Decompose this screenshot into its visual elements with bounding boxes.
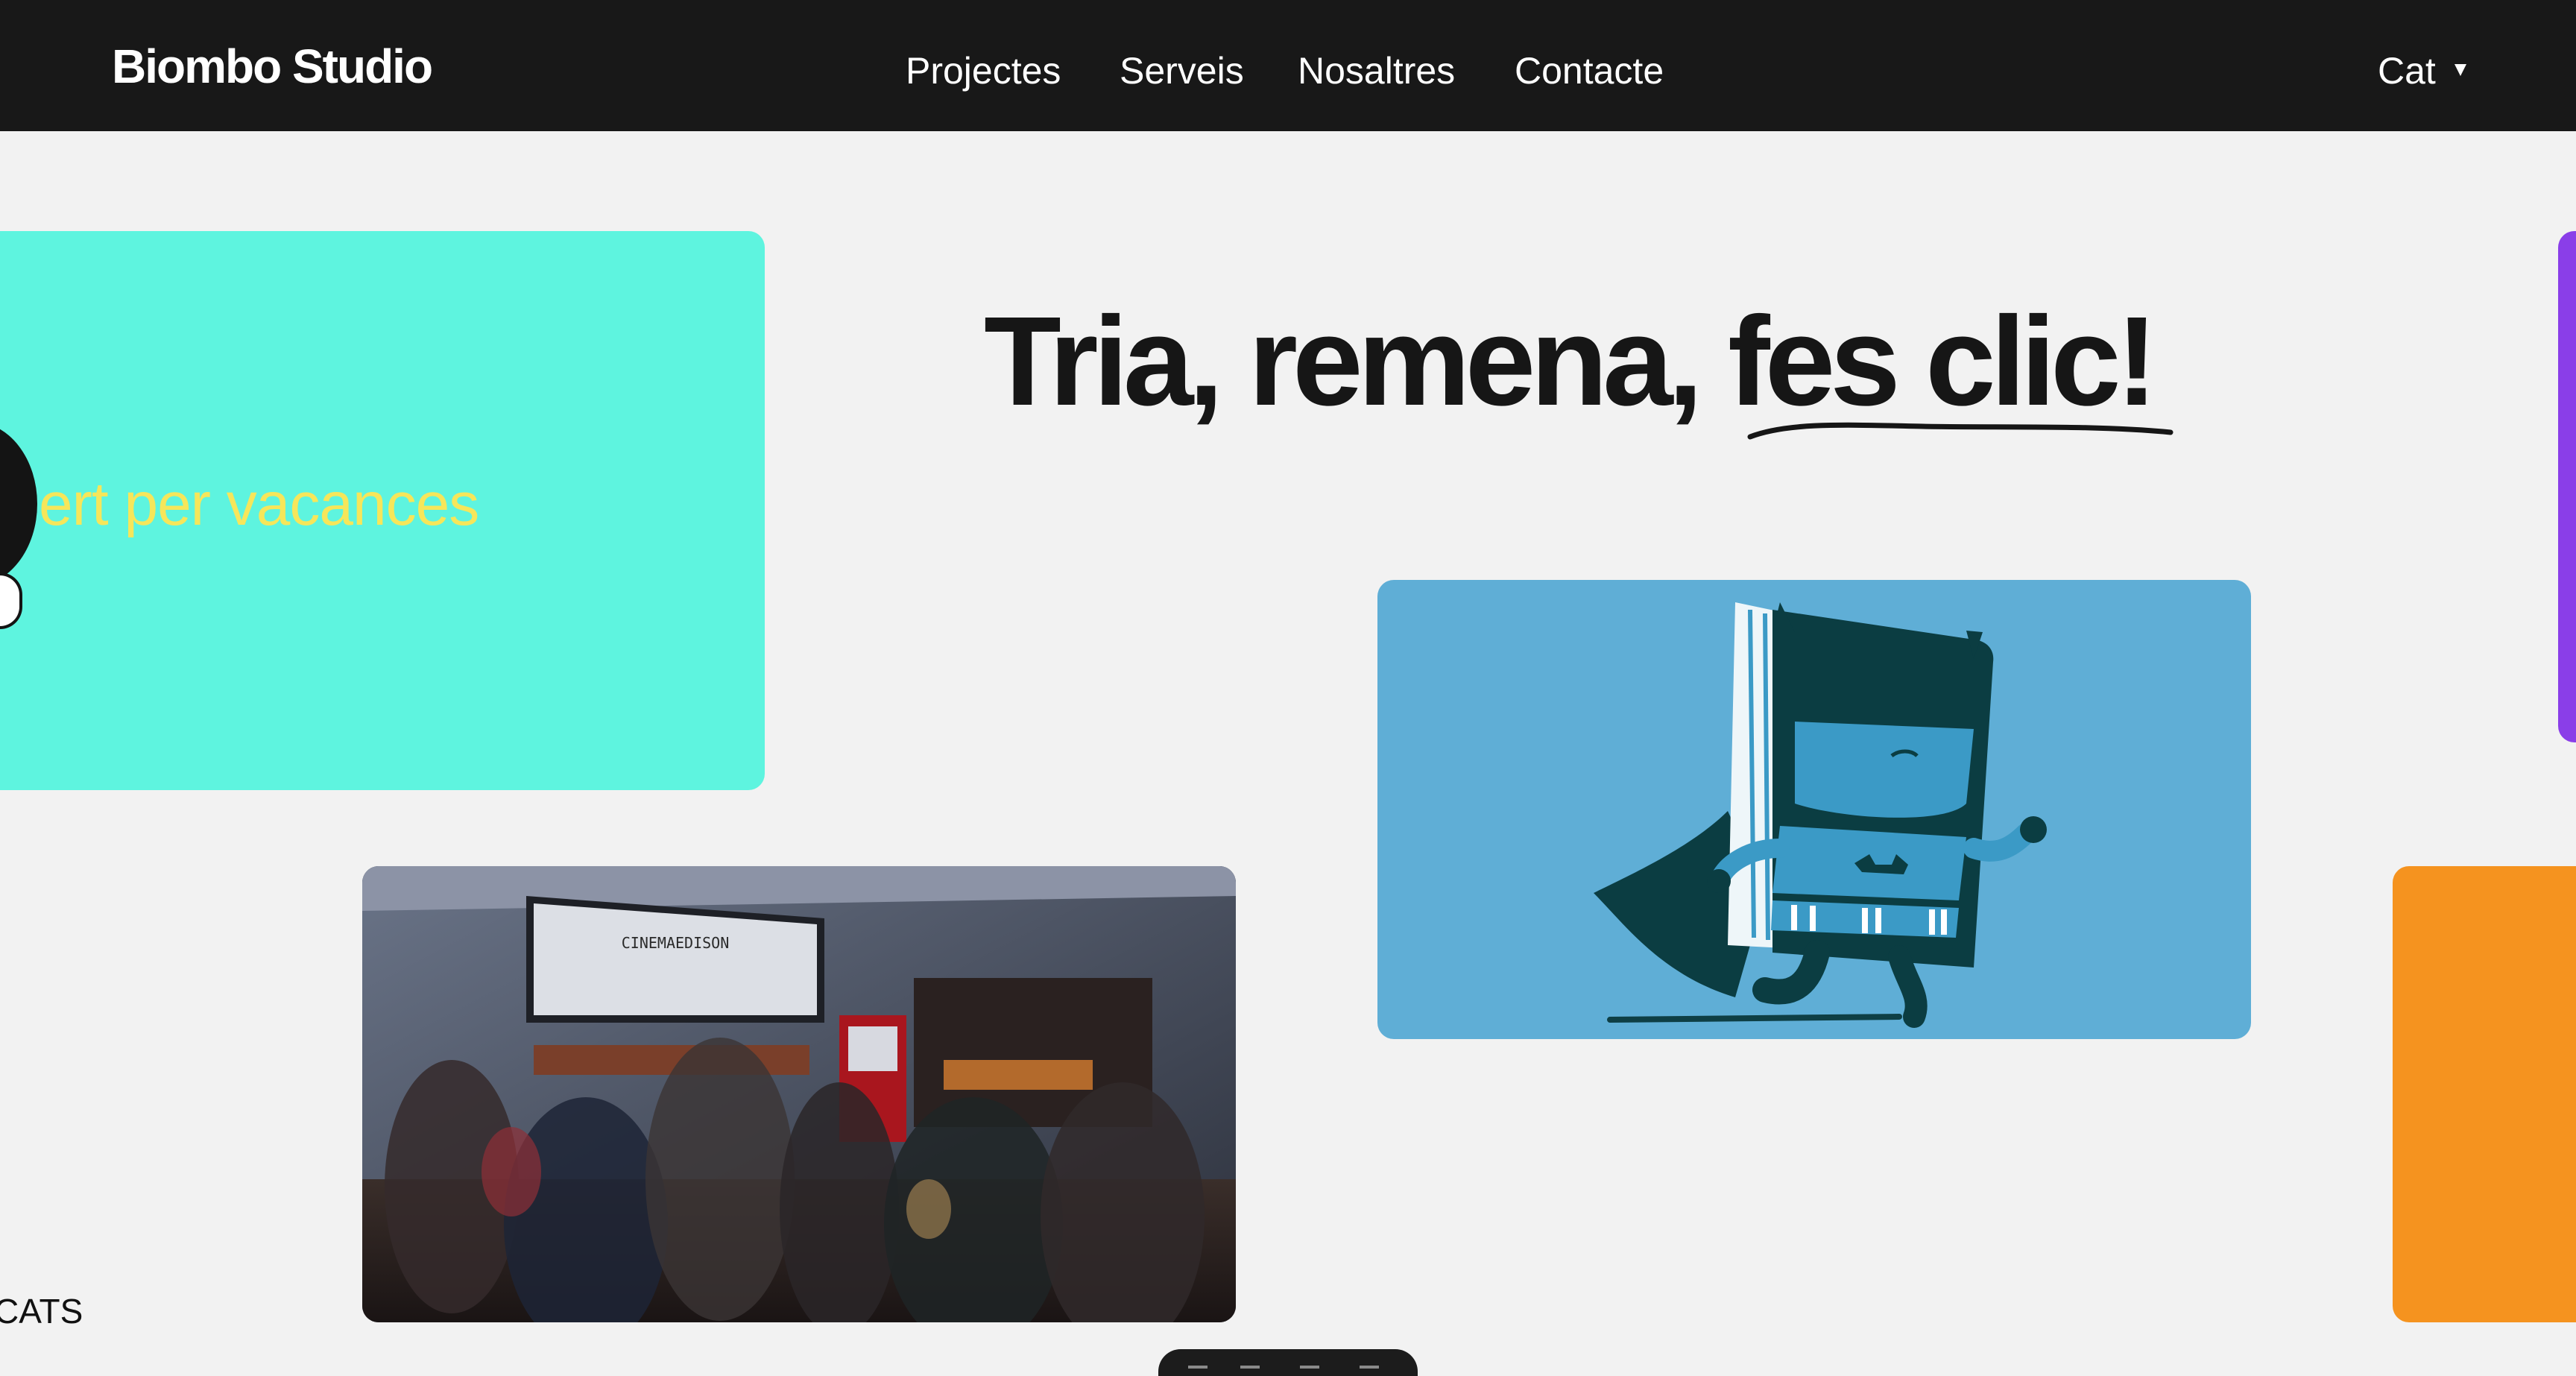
toolbar-item-icon[interactable] — [1240, 1366, 1260, 1376]
project-card-purple[interactable] — [2558, 231, 2576, 742]
toolbar-item-icon[interactable] — [1300, 1366, 1319, 1376]
language-selector[interactable]: Cat — [2378, 49, 2436, 92]
toolbar-item-icon[interactable] — [1360, 1366, 1379, 1376]
toolbar-item-icon[interactable] — [1188, 1366, 1208, 1376]
page: Biombo Studio Projectes Serveis Nosaltre… — [0, 0, 2576, 1376]
nav-item-nosaltres[interactable]: Nosaltres — [1298, 49, 1455, 92]
nav-item-contacte[interactable]: Contacte — [1515, 49, 1664, 92]
project-card-teal-text: ert per vacances — [39, 470, 479, 538]
nav-item-projectes[interactable]: Projectes — [906, 49, 1061, 92]
project-card-blue[interactable] — [1377, 580, 2251, 1039]
hero-headline: Tria, remena, fes clic! — [984, 298, 2158, 425]
cinema-lobby-photo: CINEMAEDISON — [362, 866, 1236, 1322]
brand-logo[interactable]: Biombo Studio — [112, 39, 433, 94]
mascot-hand-illustration — [0, 572, 22, 629]
nav-item-serveis[interactable]: Serveis — [1120, 49, 1244, 92]
project-card-teal[interactable]: ert per vacances — [0, 231, 765, 790]
floating-toolbar[interactable] — [1158, 1349, 1418, 1376]
book-superhero-illustration — [1594, 602, 2047, 1028]
caret-down-icon[interactable] — [2455, 64, 2466, 76]
project-card-orange[interactable] — [2393, 866, 2576, 1322]
cinema-sign-text: CINEMAEDISON — [622, 934, 730, 952]
top-navigation-bar: Biombo Studio Projectes Serveis Nosaltre… — [0, 0, 2576, 131]
hero-headline-plain: Tria, remena, — [984, 291, 1729, 432]
footer-label: CATS — [0, 1292, 83, 1331]
project-card-photo[interactable]: CINEMAEDISON — [362, 866, 1236, 1322]
hero-headline-emphasis: fes clic! — [1728, 291, 2158, 432]
mascot-head-illustration — [0, 422, 37, 586]
headline-underline-icon — [1747, 422, 2174, 440]
